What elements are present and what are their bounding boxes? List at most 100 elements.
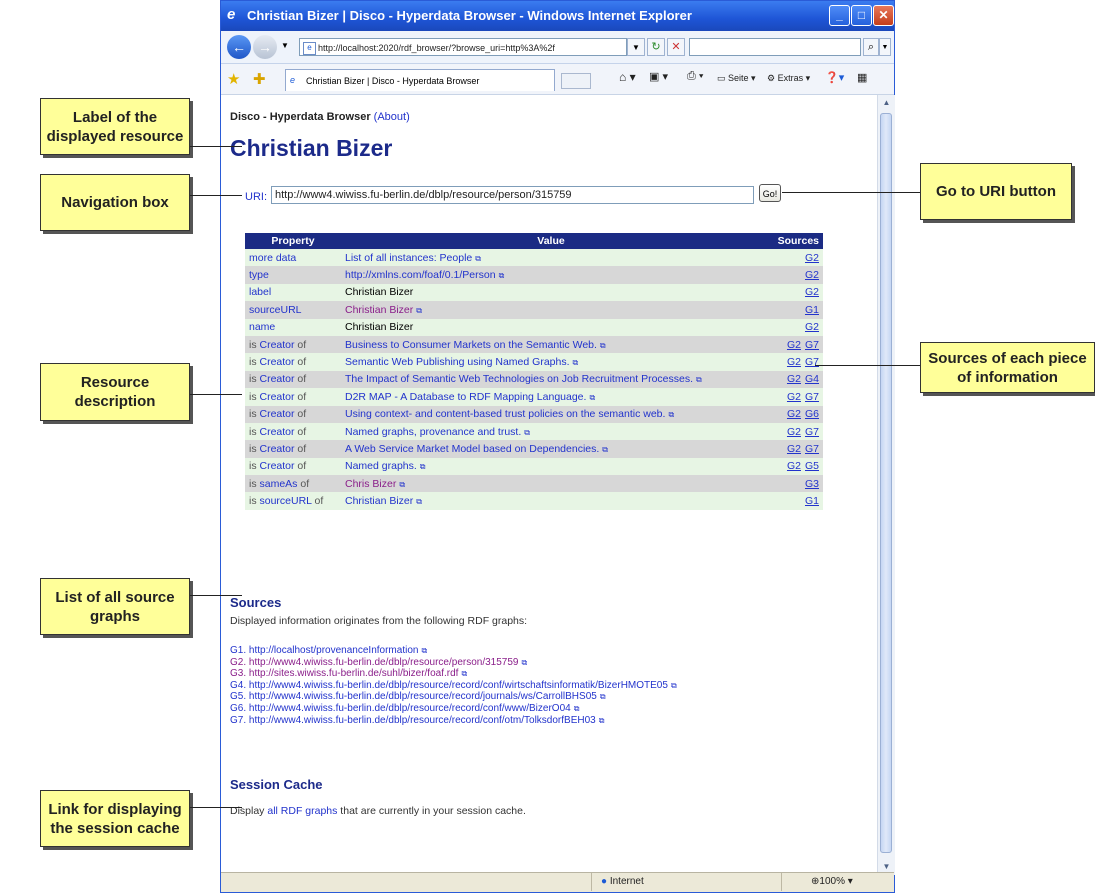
close-button[interactable]: ✕ bbox=[873, 5, 894, 26]
external-link-icon[interactable]: ⧉ bbox=[696, 375, 702, 385]
external-link-icon[interactable]: ⧉ bbox=[602, 445, 608, 455]
source-link[interactable]: G2 bbox=[787, 443, 801, 455]
source-link[interactable]: G5 bbox=[805, 460, 819, 472]
uri-input[interactable]: http://www4.wiwiss.fu-berlin.de/dblp/res… bbox=[271, 186, 754, 204]
page-menu[interactable]: ▭ Seite ▾ bbox=[717, 73, 756, 84]
graph-link[interactable]: G4. http://www4.wiwiss.fu-berlin.de/dblp… bbox=[230, 680, 668, 691]
property-link[interactable]: Creator bbox=[260, 391, 295, 403]
external-link-icon[interactable]: ⧉ bbox=[573, 358, 579, 368]
graph-link[interactable]: G6. http://www4.wiwiss.fu-berlin.de/dblp… bbox=[230, 703, 571, 714]
tools-menu[interactable]: ⚙ Extras ▾ bbox=[767, 73, 810, 84]
value-link[interactable]: The Impact of Semantic Web Technologies … bbox=[345, 373, 693, 385]
graph-item[interactable]: G5. http://www4.wiwiss.fu-berlin.de/dblp… bbox=[230, 691, 677, 703]
source-link[interactable]: G7 bbox=[805, 339, 819, 351]
value-link[interactable]: Christian Bizer bbox=[345, 495, 413, 507]
refresh-icon[interactable]: ↻ bbox=[647, 38, 665, 56]
feeds-icon[interactable]: ▣ ▾ bbox=[649, 70, 668, 83]
property-link[interactable]: Creator bbox=[260, 460, 295, 472]
source-link[interactable]: G2 bbox=[805, 252, 819, 264]
source-link[interactable]: G2 bbox=[787, 339, 801, 351]
value-link[interactable]: Semantic Web Publishing using Named Grap… bbox=[345, 356, 570, 368]
property-link[interactable]: sameAs bbox=[260, 478, 298, 490]
property-link[interactable]: Creator bbox=[260, 373, 295, 385]
source-link[interactable]: G6 bbox=[805, 408, 819, 420]
graph-link[interactable]: G2. http://www4.wiwiss.fu-berlin.de/dblp… bbox=[230, 657, 518, 668]
value-link[interactable]: List of all instances: People bbox=[345, 252, 472, 264]
external-link-icon[interactable]: ⧉ bbox=[475, 254, 481, 264]
external-link-icon[interactable]: ⧉ bbox=[499, 271, 505, 281]
property-link[interactable]: name bbox=[249, 321, 275, 333]
source-link[interactable]: G2 bbox=[787, 373, 801, 385]
source-link[interactable]: G2 bbox=[805, 286, 819, 298]
external-link-icon[interactable]: ⧉ bbox=[600, 341, 606, 351]
external-link-icon[interactable]: ⧉ bbox=[399, 480, 405, 490]
source-link[interactable]: G2 bbox=[787, 408, 801, 420]
about-link[interactable]: (About) bbox=[374, 111, 410, 123]
value-link[interactable]: Using context- and content-based trust p… bbox=[345, 408, 665, 420]
external-link-icon[interactable]: ⧉ bbox=[599, 715, 605, 727]
zoom-control[interactable]: ⊕100% ▾ bbox=[811, 876, 853, 887]
graph-item[interactable]: G3. http://sites.wiwiss.fu-berlin.de/suh… bbox=[230, 668, 677, 680]
home-icon[interactable]: ⌂ ▾ bbox=[619, 70, 636, 84]
property-link[interactable]: Creator bbox=[260, 408, 295, 420]
external-link-icon[interactable]: ⧉ bbox=[668, 410, 674, 420]
source-link[interactable]: G2 bbox=[787, 391, 801, 403]
external-link-icon[interactable]: ⧉ bbox=[461, 668, 467, 680]
scroll-up-icon[interactable]: ▲ bbox=[878, 95, 895, 111]
value-link[interactable]: Business to Consumer Markets on the Sema… bbox=[345, 339, 597, 351]
history-dropdown-icon[interactable]: ▼ bbox=[281, 41, 289, 50]
property-link[interactable]: sourceURL bbox=[249, 304, 302, 316]
add-favorites-icon[interactable]: ✚ bbox=[253, 70, 266, 88]
value-link[interactable]: Chris Bizer bbox=[345, 478, 396, 490]
property-link[interactable]: sourceURL bbox=[260, 495, 312, 507]
minimize-button[interactable]: _ bbox=[829, 5, 850, 26]
external-link-icon[interactable]: ⧉ bbox=[416, 306, 422, 316]
source-link[interactable]: G7 bbox=[805, 356, 819, 368]
external-link-icon[interactable]: ⧉ bbox=[524, 428, 530, 438]
research-icon[interactable]: ▦ bbox=[857, 71, 867, 84]
graph-item[interactable]: G7. http://www4.wiwiss.fu-berlin.de/dblp… bbox=[230, 715, 677, 727]
address-dropdown-icon[interactable]: ▼ bbox=[627, 38, 645, 56]
maximize-button[interactable]: □ bbox=[851, 5, 872, 26]
address-bar[interactable]: e http://localhost:2020/rdf_browser/?bro… bbox=[299, 38, 627, 56]
forward-icon[interactable]: → bbox=[253, 35, 277, 59]
source-link[interactable]: G2 bbox=[787, 460, 801, 472]
source-link[interactable]: G2 bbox=[787, 426, 801, 438]
external-link-icon[interactable]: ⧉ bbox=[574, 703, 580, 715]
back-icon[interactable]: ← bbox=[227, 35, 251, 59]
graph-link[interactable]: G5. http://www4.wiwiss.fu-berlin.de/dblp… bbox=[230, 691, 597, 702]
source-link[interactable]: G3 bbox=[805, 478, 819, 490]
value-link[interactable]: A Web Service Market Model based on Depe… bbox=[345, 443, 599, 455]
search-icon[interactable]: ⌕ bbox=[863, 38, 879, 56]
vertical-scrollbar[interactable]: ▲ ▼ bbox=[877, 95, 895, 875]
property-link[interactable]: Creator bbox=[260, 443, 295, 455]
property-link[interactable]: Creator bbox=[260, 356, 295, 368]
source-link[interactable]: G2 bbox=[805, 269, 819, 281]
external-link-icon[interactable]: ⧉ bbox=[420, 462, 426, 472]
source-link[interactable]: G1 bbox=[805, 495, 819, 507]
graph-item[interactable]: G6. http://www4.wiwiss.fu-berlin.de/dblp… bbox=[230, 703, 677, 715]
source-link[interactable]: G2 bbox=[787, 356, 801, 368]
graph-item[interactable]: G2. http://www4.wiwiss.fu-berlin.de/dblp… bbox=[230, 657, 677, 669]
source-link[interactable]: G7 bbox=[805, 391, 819, 403]
value-link[interactable]: D2R MAP - A Database to RDF Mapping Lang… bbox=[345, 391, 586, 403]
go-button[interactable]: Go! bbox=[759, 184, 781, 202]
graph-link[interactable]: G3. http://sites.wiwiss.fu-berlin.de/suh… bbox=[230, 668, 458, 679]
property-link[interactable]: more data bbox=[249, 252, 296, 264]
value-link[interactable]: Named graphs, provenance and trust. bbox=[345, 426, 521, 438]
source-link[interactable]: G2 bbox=[805, 321, 819, 333]
help-icon[interactable]: ❓▾ bbox=[825, 71, 844, 84]
stop-icon[interactable]: ✕ bbox=[667, 38, 685, 56]
external-link-icon[interactable]: ⧉ bbox=[416, 497, 422, 507]
graph-link[interactable]: G1. http://localhost/provenanceInformati… bbox=[230, 645, 418, 656]
property-link[interactable]: Creator bbox=[260, 426, 295, 438]
scroll-thumb[interactable] bbox=[880, 113, 892, 853]
value-link[interactable]: Named graphs. bbox=[345, 460, 417, 472]
tab-current[interactable]: e Christian Bizer | Disco - Hyperdata Br… bbox=[285, 69, 555, 91]
external-link-icon[interactable]: ⧉ bbox=[600, 691, 606, 703]
external-link-icon[interactable]: ⧉ bbox=[589, 393, 595, 403]
new-tab-button[interactable] bbox=[561, 73, 591, 89]
external-link-icon[interactable]: ⧉ bbox=[671, 680, 677, 692]
source-link[interactable]: G1 bbox=[805, 304, 819, 316]
print-icon[interactable]: ⎙ ▾ bbox=[687, 70, 703, 83]
